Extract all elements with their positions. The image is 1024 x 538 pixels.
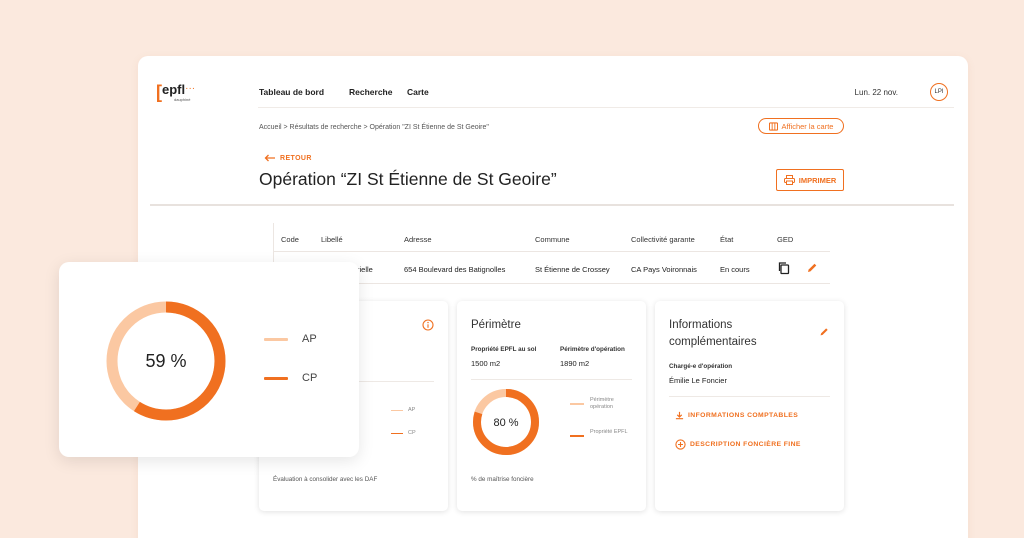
col-commune: Commune [535,235,570,244]
cell-adresse: 654 Boulevard des Batignolles [404,265,506,274]
cell-commune: St Étienne de Crossey [535,265,610,274]
budget-donut: 59 % [106,301,226,421]
edit-icon[interactable] [818,326,830,338]
legend-perimetre: Périmètre opération [570,397,630,411]
donut-label: 59 % [145,351,186,371]
col-libelle: Libellé [321,235,343,244]
cell-collectivite: CA Pays Voironnais [631,265,697,274]
nav-recherche[interactable]: Recherche [349,87,392,97]
legend-ap-small: AP [391,407,415,414]
nav-carte[interactable]: Carte [407,87,429,97]
infos-card: Informations complémentaires Chargé-e d'… [655,301,844,511]
user-avatar[interactable]: LPI [930,83,948,101]
perimetre-op-label: Périmètre d'opération [560,346,625,353]
donut-label: 80 % [493,417,518,429]
back-button[interactable]: RETOUR [264,154,312,162]
map-icon [768,121,778,131]
col-code: Code [281,235,299,244]
maitrise-footnote: % de maîtrise foncière [471,476,534,483]
perimetre-op-value: 1890 m2 [560,359,590,368]
breadcrumb[interactable]: Accueil > Résultats de recherche > Opéra… [259,124,489,131]
nav-tableau-de-bord[interactable]: Tableau de bord [259,87,324,97]
page-title: Opération “ZI St Étienne de St Geoire” [259,169,557,189]
infos-title: Informations complémentaires [669,319,757,348]
propriete-label: Propriété EPFL au sol [471,346,537,353]
show-map-button[interactable]: Afficher la carte [758,118,844,134]
propriete-value: 1500 m2 [471,359,501,368]
plus-circle-icon [675,439,686,450]
legend-cp: CP [264,372,317,384]
copy-icon[interactable] [777,261,791,275]
col-adresse: Adresse [404,235,432,244]
epfl-logo[interactable]: [ epfl ··· dauphiné [156,83,195,103]
header-divider [258,107,954,108]
perimetre-title: Périmètre [471,319,521,331]
charge-value: Émilie Le Foncier [669,376,727,385]
title-divider [150,204,954,206]
charge-label: Chargé-e d'opération [669,363,733,370]
current-date: Lun. 22 nov. [854,88,898,97]
col-collectivite: Collectivité garante [631,235,695,244]
arrow-back-icon [264,154,275,162]
legend-cp-small: CP [391,430,416,437]
print-button[interactable]: IMPRIMER [776,169,844,191]
informations-comptables-link[interactable]: INFORMATIONS COMPTABLES [675,411,798,420]
cell-etat: En cours [720,265,750,274]
legend-ap: AP [264,333,317,345]
budget-footnote: Évaluation à consolider avec les DAF [273,476,378,483]
perimetre-donut: 80 % [473,389,539,455]
col-etat: État [720,235,734,244]
perimetre-card: Périmètre Propriété EPFL au sol 1500 m2 … [457,301,646,511]
download-icon [675,411,684,420]
info-icon[interactable] [422,319,434,331]
legend-propriete: Propriété EPFL [570,429,630,437]
edit-icon[interactable] [805,261,819,275]
description-fonciere-link[interactable]: DESCRIPTION FONCIÈRE FINE [675,439,801,450]
printer-icon [783,175,795,185]
col-ged: GED [777,235,794,244]
budget-summary-card: 59 % AP CP [59,262,359,457]
